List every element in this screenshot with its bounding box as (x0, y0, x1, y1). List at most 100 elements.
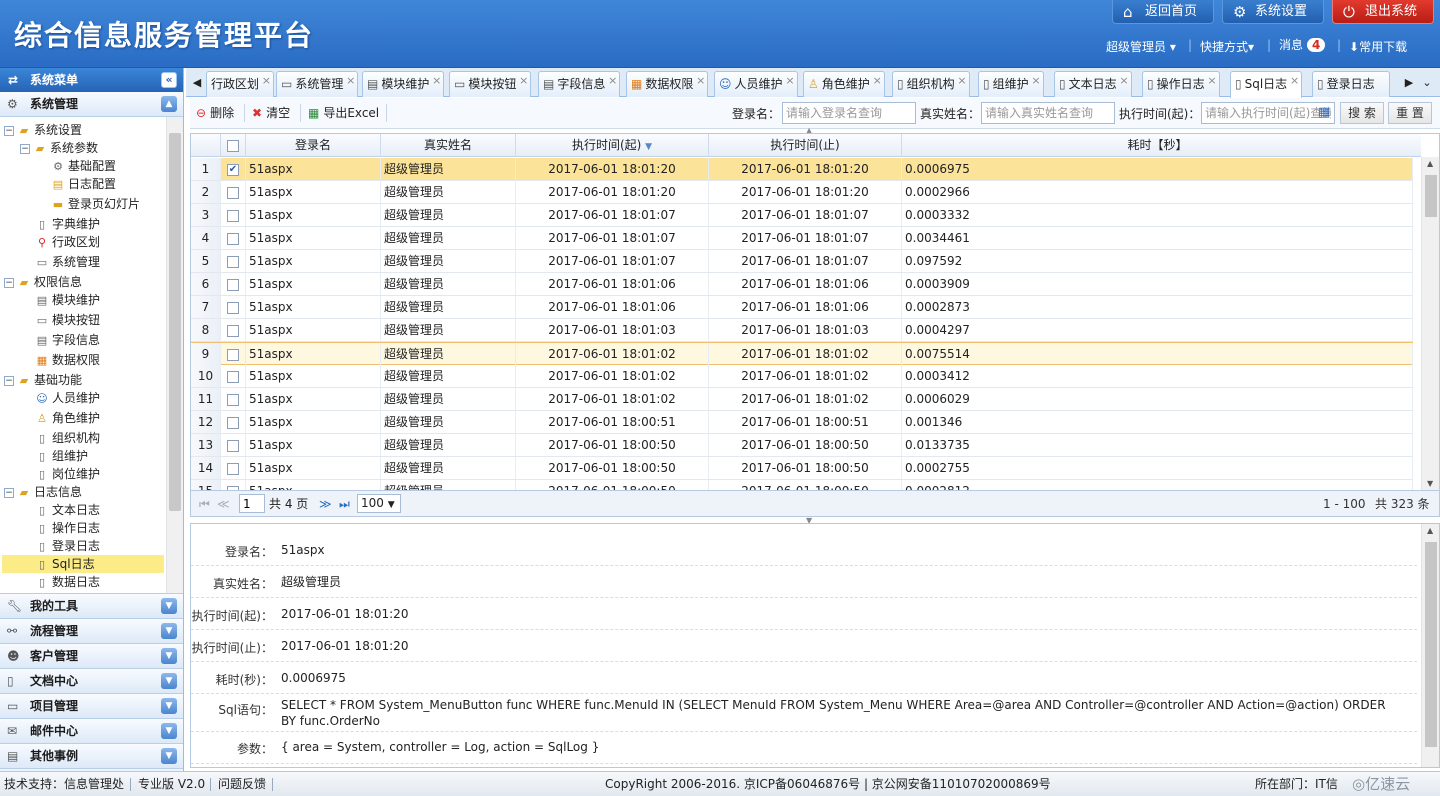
tab-scroll-right-icon[interactable]: ▶ (1402, 73, 1416, 93)
tab-role[interactable]: ♙ 角色维护 × (803, 71, 885, 97)
tab-group[interactable]: ▯ 组维护 × (978, 71, 1044, 97)
tree-node-system-settings[interactable]: − ▰ 系统设置 (4, 121, 82, 139)
tab-module[interactable]: ▤ 模块维护 × (362, 69, 445, 97)
row-checkbox-cell[interactable] (221, 365, 246, 387)
sidebar-section-other[interactable]: ▤ 其他事例 ▼ (0, 744, 183, 769)
close-icon[interactable]: × (519, 69, 528, 93)
tree-node-system-management[interactable]: ▭ 系统管理 (34, 253, 100, 271)
chevron-up-icon[interactable]: ▲ (161, 96, 177, 112)
tree-node-log-info[interactable]: − ▰ 日志信息 (4, 483, 82, 501)
table-row[interactable]: 5 51aspx 超级管理员 2017-06-01 18:01:07 2017-06-0… (191, 250, 1413, 273)
table-row[interactable]: 9 51aspx 超级管理员 2017-06-01 18:01:02 2017-06-0… (191, 342, 1413, 365)
scroll-down-icon[interactable]: ▼ (1427, 479, 1433, 488)
checkbox[interactable] (227, 278, 239, 291)
column-header-login[interactable]: 登录名 (246, 134, 381, 157)
chevron-down-icon[interactable]: ▼ (161, 673, 177, 689)
exit-button[interactable]: ⏻ 退出系统 (1332, 0, 1434, 24)
tab-personnel[interactable]: ☺ 人员维护 × (714, 71, 798, 97)
table-row[interactable]: ✔ 1 51aspx 超级管理员 2017-06-01 18:01:20 2017-06-… (191, 158, 1413, 181)
row-checkbox-cell[interactable] (221, 434, 246, 456)
row-checkbox-cell[interactable]: ✔ (221, 158, 246, 180)
close-icon[interactable]: × (785, 69, 794, 93)
row-checkbox-cell[interactable] (221, 343, 246, 365)
prev-page-icon[interactable]: ≪ (217, 495, 230, 513)
row-checkbox-cell[interactable] (221, 181, 246, 203)
table-row[interactable]: 6 51aspx 超级管理员 2017-06-01 18:01:06 2017-06-0… (191, 273, 1413, 296)
collapse-toggle[interactable]: − (4, 277, 14, 288)
tree-node-login-log[interactable]: ▯ 登录日志 (34, 537, 100, 555)
close-icon[interactable]: × (957, 69, 966, 93)
reset-button[interactable]: 重 置 (1388, 102, 1432, 124)
table-row[interactable]: 14 51aspx 超级管理员 2017-06-01 18:00:50 2017-06-… (191, 457, 1413, 480)
scroll-up-icon[interactable]: ▲ (1427, 159, 1433, 168)
tree-node-role[interactable]: ♙ 角色维护 (34, 409, 100, 427)
table-row[interactable]: 11 51aspx 超级管理员 2017-06-01 18:01:02 2017-06-… (191, 388, 1413, 411)
column-header-start-time[interactable]: 执行时间(起) ▼ (516, 134, 709, 157)
close-icon[interactable]: × (262, 69, 271, 93)
messages-link[interactable]: 消息 4 (1279, 36, 1326, 53)
table-row[interactable]: 15 51aspx 超级管理员 2017-06-01 18:00:50 2017-06-… (191, 480, 1413, 490)
checkbox[interactable] (227, 139, 239, 152)
collapse-toggle[interactable]: − (4, 487, 14, 498)
scroll-up-icon[interactable]: ▲ (1427, 526, 1433, 535)
row-checkbox-cell[interactable] (221, 250, 246, 272)
close-icon[interactable]: × (1207, 69, 1216, 93)
column-header-realname[interactable]: 真实姓名 (381, 134, 516, 157)
scrollbar-thumb[interactable] (169, 133, 181, 511)
tree-node-group[interactable]: ▯ 组维护 (34, 447, 88, 465)
tree-node-system-params[interactable]: − ▰ 系统参数 (20, 139, 98, 157)
tab-text-log[interactable]: ▯ 文本日志 × (1054, 71, 1132, 97)
chevron-down-icon[interactable]: ▼ (161, 723, 177, 739)
close-icon[interactable]: × (1119, 69, 1128, 93)
collapse-toggle[interactable]: − (4, 375, 14, 386)
tab-sql-log[interactable]: ▯ Sql日志 × (1230, 71, 1303, 98)
tree-node-sql-log[interactable]: ▯ Sql日志 (2, 555, 164, 573)
user-menu[interactable]: 超级管理员 ▾ (1106, 38, 1176, 55)
row-checkbox-cell[interactable] (221, 296, 246, 318)
tab-module-button[interactable]: ▭ 模块按钮 × (449, 69, 532, 97)
tab-system-management[interactable]: ▭ 系统管理 × (276, 69, 359, 97)
checkbox[interactable] (227, 186, 239, 199)
sidebar-section-documents[interactable]: ▯ 文档中心 ▼ (0, 669, 183, 694)
tab-menu-chevron-icon[interactable]: ⌄ (1420, 73, 1434, 93)
page-number-input[interactable] (239, 494, 265, 513)
export-excel-button[interactable]: ▦ 导出Excel (308, 104, 379, 124)
real-name-input[interactable] (981, 102, 1115, 124)
row-checkbox-cell[interactable] (221, 204, 246, 226)
tree-node-personnel[interactable]: ☺ 人员维护 (34, 389, 100, 407)
chevron-down-icon[interactable]: ▼ (161, 623, 177, 639)
downloads-link[interactable]: ⬇常用下载 (1349, 38, 1407, 55)
collapse-toggle[interactable]: − (4, 125, 14, 136)
checkbox[interactable] (227, 301, 239, 314)
clear-button[interactable]: ✖ 清空 (252, 104, 290, 124)
tree-node-permissions[interactable]: − ▰ 权限信息 (4, 273, 82, 291)
scrollbar-thumb[interactable] (1425, 542, 1437, 747)
tree-node-log-config[interactable]: ▤ 日志配置 (50, 175, 116, 193)
tab-organization[interactable]: ▯ 组织机构 × (892, 71, 970, 97)
tree-node-field-info[interactable]: ▤ 字段信息 (34, 331, 100, 349)
tree-node-data-log[interactable]: ▯ 数据日志 (34, 573, 100, 591)
select-all-checkbox[interactable] (221, 134, 246, 157)
close-icon[interactable]: × (432, 69, 441, 93)
close-icon[interactable]: × (346, 69, 355, 93)
detail-scrollbar[interactable]: ▲ (1421, 524, 1439, 767)
tab-field-info[interactable]: ▤ 字段信息 × (538, 71, 621, 97)
chevron-down-icon[interactable]: ▼ (161, 598, 177, 614)
tree-node-dictionary[interactable]: ▯ 字典维护 (34, 215, 100, 233)
tree-node-module[interactable]: ▤ 模块维护 (34, 291, 100, 309)
row-checkbox-cell[interactable] (221, 388, 246, 410)
chevron-down-icon[interactable]: ▼ (161, 748, 177, 764)
table-row[interactable]: 13 51aspx 超级管理员 2017-06-01 18:00:50 2017-06-… (191, 434, 1413, 457)
row-checkbox-cell[interactable] (221, 319, 246, 341)
tab-region[interactable]: 行政区划 × (206, 69, 275, 97)
page-size-select[interactable]: 100 ▼ (357, 494, 401, 513)
delete-button[interactable]: ⊖ 删除 (196, 104, 234, 124)
checkbox[interactable] (227, 416, 239, 429)
collapse-toggle[interactable]: − (20, 143, 30, 154)
shortcuts-menu[interactable]: 快捷方式▾ (1200, 38, 1254, 55)
collapse-sidebar-button[interactable]: « (161, 72, 177, 88)
checkbox[interactable] (227, 439, 239, 452)
checkbox[interactable] (227, 209, 239, 222)
checkbox[interactable] (227, 393, 239, 406)
tree-node-post[interactable]: ▯ 岗位维护 (34, 465, 100, 483)
